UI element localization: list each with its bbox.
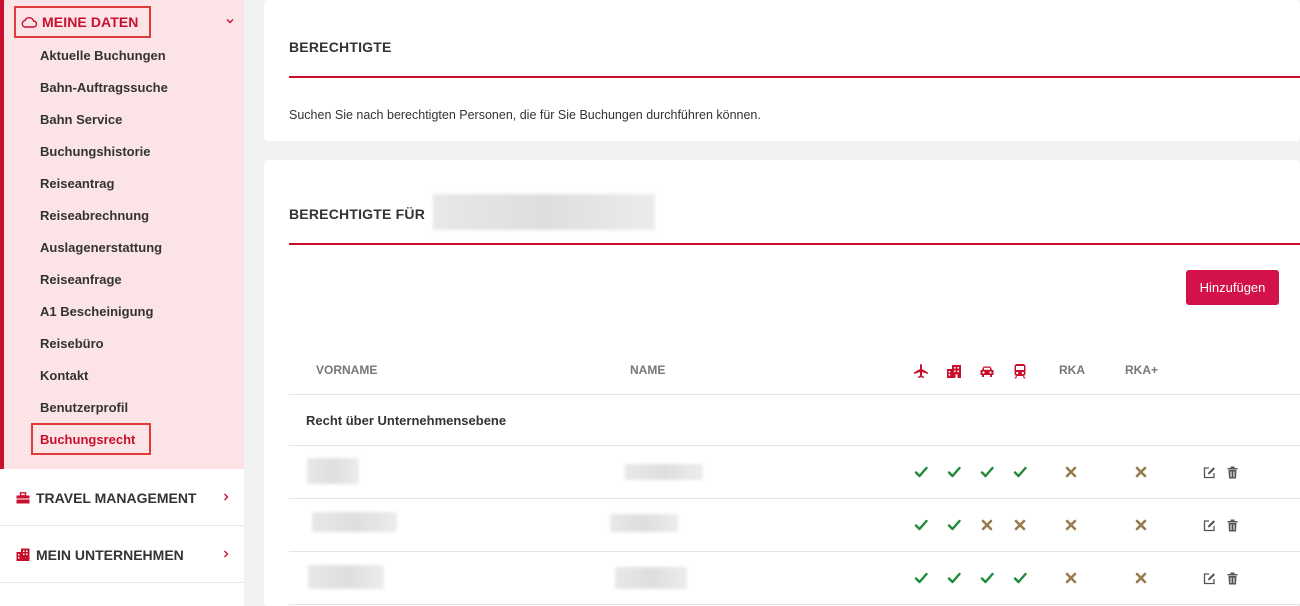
check-icon <box>980 466 994 478</box>
sidebar-item-a1-bescheinigung[interactable]: A1 Bescheinigung <box>40 299 230 323</box>
sidebar-item-label: Bahn Service <box>40 111 123 127</box>
card-description: Suchen Sie nach berechtigten Personen, d… <box>289 108 761 122</box>
sidebar-item-buchungshistorie[interactable]: Buchungshistorie <box>40 139 230 163</box>
redacted-last-name <box>625 464 703 480</box>
cross-icon <box>1065 572 1077 584</box>
company-level-row-label: Recht über Unternehmensebene <box>306 413 507 428</box>
sidebar-item-label: Buchungsrecht <box>40 431 136 447</box>
card-title: BERECHTIGTE FÜR <box>289 206 425 222</box>
check-icon <box>914 572 928 584</box>
redacted-company-name <box>433 194 655 230</box>
title-divider <box>289 76 1300 78</box>
check-icon <box>914 519 928 531</box>
header-divider <box>289 394 1300 395</box>
cross-icon <box>1065 519 1077 531</box>
row-divider <box>289 498 1300 499</box>
sidebar-section-label: MEINE DATEN <box>42 14 139 30</box>
sidebar-item-label: A1 Bescheinigung <box>40 303 154 319</box>
sidebar-section-label: MEIN UNTERNEHMEN <box>36 546 184 563</box>
row-divider <box>289 551 1300 552</box>
sidebar-section-meine-daten: MEINE DATEN Aktuelle Buchungen Bahn-Auft… <box>0 0 244 469</box>
sidebar-item-label: Reisebüro <box>40 335 104 351</box>
cross-icon <box>981 519 993 531</box>
row-divider <box>289 604 1300 605</box>
redacted-last-name <box>615 567 687 589</box>
check-icon <box>980 572 994 584</box>
cross-icon <box>1135 519 1147 531</box>
cross-icon <box>1014 519 1026 531</box>
sidebar-item-aktuelle-buchungen[interactable]: Aktuelle Buchungen <box>40 43 230 67</box>
plane-icon <box>914 364 928 378</box>
redacted-first-name <box>312 512 397 532</box>
edit-icon[interactable] <box>1203 572 1216 585</box>
sidebar-item-kontakt[interactable]: Kontakt <box>40 363 230 387</box>
trash-icon[interactable] <box>1226 519 1239 532</box>
row-divider <box>289 445 1300 446</box>
title-divider <box>289 243 1300 245</box>
car-icon <box>980 366 994 377</box>
sidebar-item-label: Bahn-Auftragssuche <box>40 79 168 95</box>
edit-icon[interactable] <box>1203 519 1216 532</box>
check-icon <box>947 466 961 478</box>
sidebar-item-label: Benutzerprofil <box>40 399 129 415</box>
check-icon <box>1013 572 1027 584</box>
cross-icon <box>1135 572 1147 584</box>
column-header-name[interactable]: NAME <box>630 363 665 377</box>
sidebar-item-auslagenerstattung[interactable]: Auslagenerstattung <box>40 235 230 259</box>
cross-icon <box>1135 466 1147 478</box>
edit-icon[interactable] <box>1203 466 1216 479</box>
sidebar-item-label: Reiseabrechnung <box>40 207 150 223</box>
chevron-right-icon <box>224 493 229 501</box>
cloud-icon <box>21 17 37 28</box>
column-header-rka-plus[interactable]: RKA+ <box>1125 363 1158 377</box>
sidebar-item-label: Aktuelle Buchungen <box>40 47 166 63</box>
check-icon <box>914 466 928 478</box>
card-title: BERECHTIGTE <box>289 39 392 55</box>
check-icon <box>1013 466 1027 478</box>
column-header-vorname[interactable]: VORNAME <box>316 363 377 377</box>
sidebar-item-buchungsrecht[interactable]: Buchungsrecht <box>31 423 151 455</box>
sidebar-section-label: TRAVEL MANAGEMENT <box>36 489 197 506</box>
sidebar-item-bahn-auftragssuche[interactable]: Bahn-Auftragssuche <box>40 75 230 99</box>
redacted-last-name <box>610 514 678 532</box>
redacted-first-name <box>308 565 384 589</box>
sidebar-item-label: Kontakt <box>40 367 89 383</box>
hotel-icon <box>947 365 961 378</box>
train-icon <box>1014 364 1026 379</box>
berechtigte-list-card: BERECHTIGTE FÜR Hinzufügen VORNAME NAME … <box>264 160 1300 606</box>
sidebar-item-reiseanfrage[interactable]: Reiseanfrage <box>40 267 230 291</box>
sidebar-item-reiseantrag[interactable]: Reiseantrag <box>40 171 230 195</box>
briefcase-icon <box>16 491 30 503</box>
berechtigte-search-card: BERECHTIGTE Suchen Sie nach berechtigten… <box>264 0 1300 141</box>
sidebar-item-label: Reiseantrag <box>40 175 115 191</box>
sidebar-section-header-meine-daten[interactable]: MEINE DATEN <box>14 6 151 38</box>
sidebar-item-label: Buchungshistorie <box>40 143 151 159</box>
chevron-right-icon <box>224 550 229 558</box>
sidebar-item-benutzerprofil[interactable]: Benutzerprofil <box>40 395 230 419</box>
cross-icon <box>1065 466 1077 478</box>
sidebar-item-reisebuero[interactable]: Reisebüro <box>40 331 230 355</box>
sidebar-item-label: Auslagenerstattung <box>40 239 163 255</box>
check-icon <box>947 519 961 531</box>
sidebar: MEINE DATEN Aktuelle Buchungen Bahn-Auft… <box>0 0 244 606</box>
column-header-rka[interactable]: RKA <box>1059 363 1085 377</box>
building-icon <box>16 548 30 561</box>
redacted-first-name <box>307 458 359 484</box>
check-icon <box>947 572 961 584</box>
add-button[interactable]: Hinzufügen <box>1186 270 1279 305</box>
sidebar-item-reiseabrechnung[interactable]: Reiseabrechnung <box>40 203 230 227</box>
sidebar-section-mein-unternehmen[interactable]: MEIN UNTERNEHMEN <box>0 527 244 583</box>
chevron-down-icon[interactable] <box>223 14 237 28</box>
trash-icon[interactable] <box>1226 572 1239 585</box>
trash-icon[interactable] <box>1226 466 1239 479</box>
sidebar-item-label: Reiseanfrage <box>40 271 122 287</box>
sidebar-section-travel-management[interactable]: TRAVEL MANAGEMENT <box>0 470 244 526</box>
sidebar-item-bahn-service[interactable]: Bahn Service <box>40 107 230 131</box>
